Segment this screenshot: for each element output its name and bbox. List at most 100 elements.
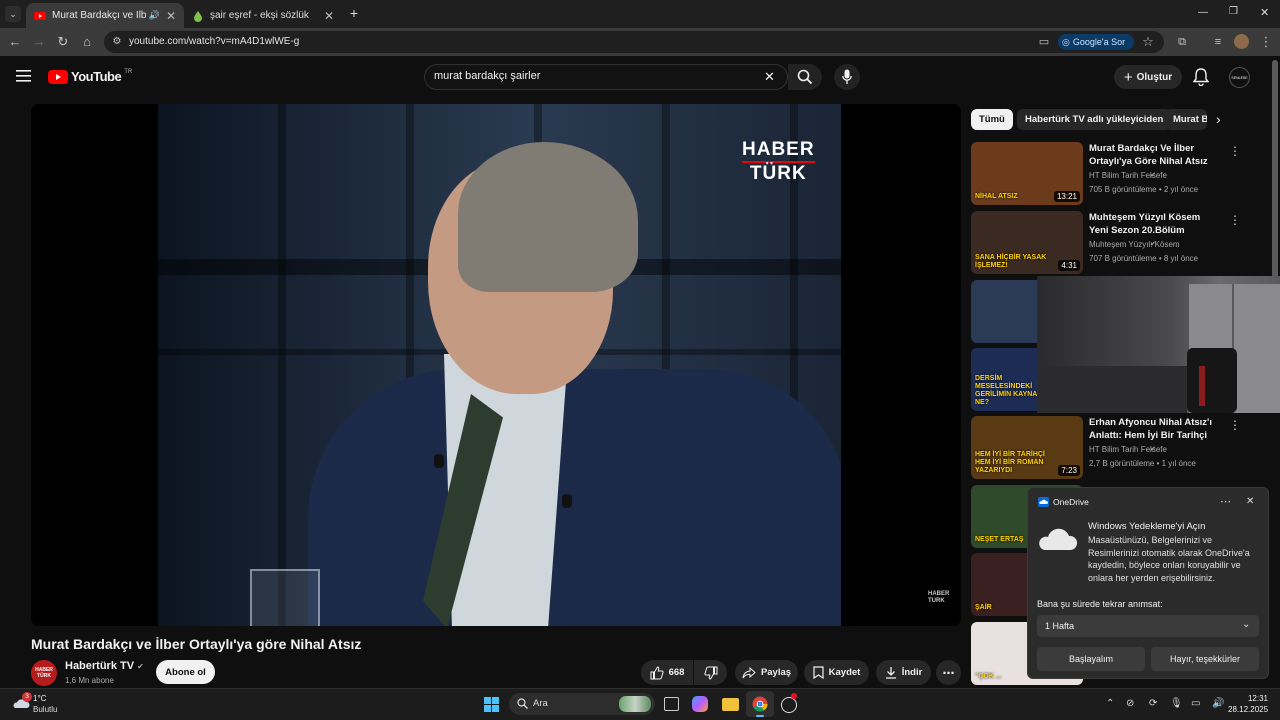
video-thumbnail[interactable]: HEM İYİ BİR TARİHÇİ HEM İYİ BİR ROMAN YA…: [971, 416, 1083, 479]
back-arrow-icon[interactable]: ←: [7, 34, 23, 50]
remind-dropdown[interactable]: 1 Hafta ⌄: [1037, 615, 1259, 637]
browser-tab-active[interactable]: Murat Bardakçı ve İlber Ortaylı'ya göre …: [26, 3, 184, 28]
minimize-window-icon[interactable]: —: [1198, 7, 1208, 18]
reading-list-icon[interactable]: ≡: [1210, 34, 1226, 50]
taskbar-clock[interactable]: 12:31 28.12.2025: [1228, 693, 1268, 715]
create-button[interactable]: + Oluştur: [1114, 65, 1182, 89]
site-info-icon[interactable]: ⚙: [109, 34, 125, 50]
video-frame: [158, 104, 841, 626]
restore-window-icon[interactable]: ❐: [1229, 6, 1238, 17]
google-lens-button[interactable]: ◎ Google'a Sor: [1058, 34, 1134, 50]
subscribe-button[interactable]: Abone ol: [156, 660, 215, 684]
audio-playing-icon[interactable]: 🔊: [149, 10, 160, 21]
bookmark-star-icon[interactable]: ☆: [1140, 34, 1156, 50]
account-avatar[interactable]: SENLESE: [1229, 67, 1250, 88]
start-backup-button[interactable]: Başlayalım: [1037, 647, 1145, 671]
save-button[interactable]: Kaydet: [804, 660, 869, 685]
create-label: Oluştur: [1136, 71, 1173, 83]
tab-title: Murat Bardakçı ve İlber Ortaylı'ya göre …: [52, 10, 146, 21]
notifications-bell-icon[interactable]: [1193, 68, 1209, 86]
youtube-wordmark: YouTube: [71, 69, 122, 84]
recommendation-channel[interactable]: Muhteşem Yüzyıl: Kösem: [1089, 240, 1180, 249]
tab-list-dropdown-button[interactable]: ⌄: [5, 6, 21, 22]
tray-sync-icon[interactable]: ⟳: [1149, 698, 1157, 709]
close-tab-icon[interactable]: ✕: [324, 9, 334, 23]
search-button[interactable]: [788, 64, 822, 90]
chip-all[interactable]: Tümü: [971, 109, 1013, 130]
more-actions-button[interactable]: ⋯: [936, 660, 961, 685]
menu-hamburger-icon[interactable]: [16, 69, 32, 83]
new-tab-button[interactable]: +: [346, 5, 362, 21]
forward-arrow-icon[interactable]: →: [31, 34, 47, 50]
tray-app-icon[interactable]: ⊘: [1126, 698, 1134, 709]
close-window-icon[interactable]: ✕: [1260, 6, 1269, 19]
recommendation-item[interactable]: SANA HİÇBİR YASAK İŞLEMEZ! 4:31 Muhteşem Y…: [971, 211, 1241, 275]
active-app-indicator: [756, 715, 764, 717]
video-thumbnail[interactable]: SANA HİÇBİR YASAK İŞLEMEZ! 4:31: [971, 211, 1083, 274]
share-button[interactable]: Paylaş: [735, 660, 798, 685]
channel-avatar[interactable]: HABER TÜRK: [31, 660, 57, 686]
webcam-overlay: [1037, 276, 1280, 413]
video-player[interactable]: HABER TÜRK HABER TURK: [31, 104, 961, 626]
url-text: youtube.com/watch?v=mA4D1wlWE-g: [129, 36, 300, 47]
microphone-icon: [842, 69, 852, 85]
copilot-icon[interactable]: [692, 696, 708, 712]
recommendation-meta: 705 B görüntüleme • 2 yıl önce: [1089, 185, 1199, 194]
steam-icon[interactable]: [781, 693, 797, 713]
extensions-icon[interactable]: ⧉: [1174, 34, 1190, 50]
video-thumbnail[interactable]: NİHAL ATSIZ 13:21: [971, 142, 1083, 205]
dislike-button[interactable]: [694, 660, 727, 685]
profile-avatar[interactable]: [1234, 34, 1249, 49]
bookmark-icon: [813, 666, 824, 679]
haberturk-logo: HABER TÜRK: [742, 140, 815, 184]
recommendation-title[interactable]: Erhan Afyoncu Nihal Atsız'ı Anlattı: Hem…: [1089, 416, 1221, 442]
browser-tab[interactable]: şair eşref - ekşi sözlük ✕: [184, 3, 342, 28]
download-button[interactable]: İndir: [876, 660, 931, 685]
close-tab-icon[interactable]: ✕: [166, 9, 176, 23]
volume-speaker-icon[interactable]: 🔊: [1212, 698, 1224, 709]
decline-backup-button[interactable]: Hayır, teşekkürler: [1151, 647, 1259, 671]
search-highlight-image: [619, 696, 651, 712]
browser-menu-icon[interactable]: ⋮: [1258, 34, 1274, 50]
start-windows-icon[interactable]: [484, 697, 499, 712]
taskbar-search-box[interactable]: Ara: [509, 693, 655, 715]
home-icon[interactable]: ⌂: [79, 34, 95, 50]
more-vertical-icon[interactable]: ⋮: [1229, 144, 1241, 158]
more-vertical-icon[interactable]: ⋮: [1229, 418, 1241, 432]
onedrive-large-cloud-icon: [1038, 524, 1078, 552]
clock-date: 28.12.2025: [1228, 705, 1269, 714]
voice-search-button[interactable]: [834, 64, 860, 90]
network-monitor-icon[interactable]: ▭: [1191, 698, 1200, 709]
recommendation-title[interactable]: Muhteşem Yüzyıl Kösem Yeni Sezon 20.Bölü…: [1089, 211, 1221, 237]
glass-on-table: [250, 569, 320, 626]
thumbnail-caption: SANA HİÇBİR YASAK İŞLEMEZ!: [975, 254, 1047, 269]
chip-murat[interactable]: Murat B: [1165, 109, 1207, 130]
channel-name-text: Habertürk TV: [65, 660, 135, 672]
more-vertical-icon[interactable]: ⋮: [1229, 213, 1241, 227]
recommendation-item[interactable]: HEM İYİ BİR TARİHÇİ HEM İYİ BİR ROMAN YA…: [971, 416, 1241, 480]
recommendation-title[interactable]: Murat Bardakçı Ve İlber Ortaylı'ya Göre …: [1089, 142, 1221, 168]
chrome-icon: [752, 696, 768, 712]
cast-icon[interactable]: ▭: [1036, 34, 1052, 50]
region-code: TR: [124, 68, 133, 75]
clear-search-icon[interactable]: ✕: [764, 69, 775, 85]
page-scrollbar[interactable]: [1272, 60, 1278, 278]
remind-dropdown-value: 1 Hafta: [1045, 621, 1075, 631]
toast-more-options-icon[interactable]: ⋯: [1220, 495, 1231, 508]
file-explorer-icon[interactable]: [722, 698, 739, 711]
task-view-icon[interactable]: [664, 697, 679, 711]
youtube-logo[interactable]: YouTube TR: [48, 69, 132, 84]
chrome-taskbar-button[interactable]: [746, 691, 774, 717]
tray-mic-icon[interactable]: 🎙: [1170, 698, 1183, 709]
toast-close-icon[interactable]: ✕: [1246, 496, 1254, 507]
watermark-line2: TURK: [928, 598, 945, 604]
show-hidden-icons-icon[interactable]: ⌃: [1106, 698, 1114, 709]
chip-uploader[interactable]: Habertürk TV adlı yükleyiciden: [1017, 109, 1172, 130]
chips-next-chevron-icon[interactable]: ›: [1216, 111, 1221, 127]
channel-name[interactable]: Habertürk TV ✔: [65, 660, 144, 672]
recommendation-item[interactable]: NİHAL ATSIZ 13:21 Murat Bardakçı Ve İlber …: [971, 142, 1241, 206]
weather-widget[interactable]: 3 1°C Bulutlu: [12, 692, 72, 716]
like-button[interactable]: 668: [641, 660, 693, 685]
reload-icon[interactable]: ↻: [55, 34, 71, 50]
presenter-suit: [308, 369, 841, 626]
